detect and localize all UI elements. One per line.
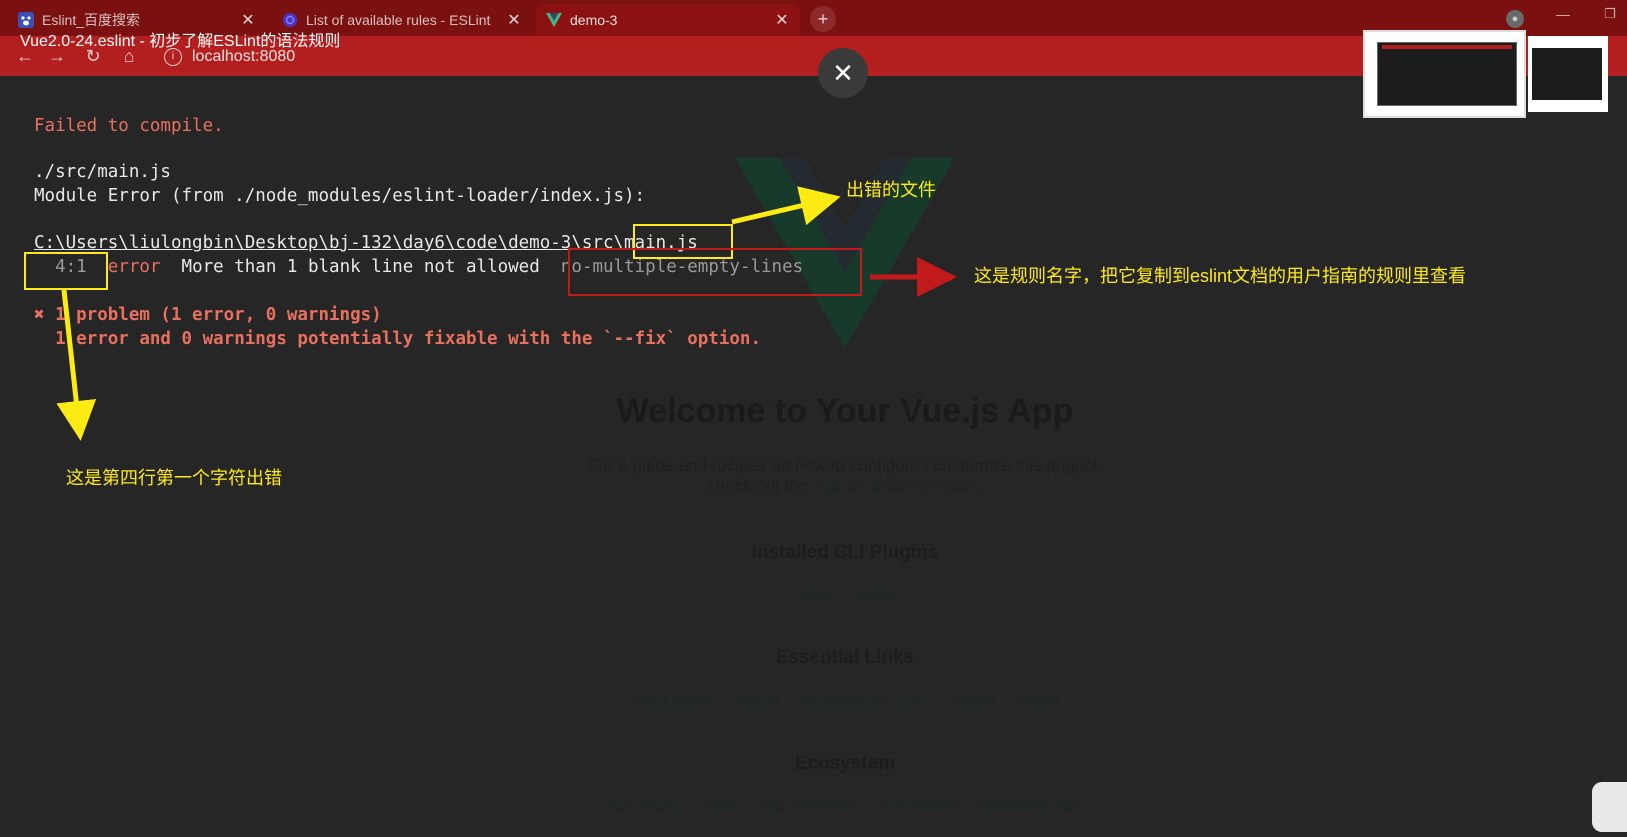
- arrow-to-file-note: [731, 186, 841, 226]
- arrow-to-position-note: [56, 289, 97, 441]
- annotation-arrows: [56, 186, 957, 441]
- position-annotation: 这是第四行第一个字符出错: [66, 468, 282, 488]
- rule-annotation: 这是规则名字，把它复制到eslint文档的用户指南的规则里查看: [974, 266, 1467, 286]
- file-annotation: 出错的文件: [846, 180, 936, 200]
- player-widget[interactable]: [1592, 782, 1627, 832]
